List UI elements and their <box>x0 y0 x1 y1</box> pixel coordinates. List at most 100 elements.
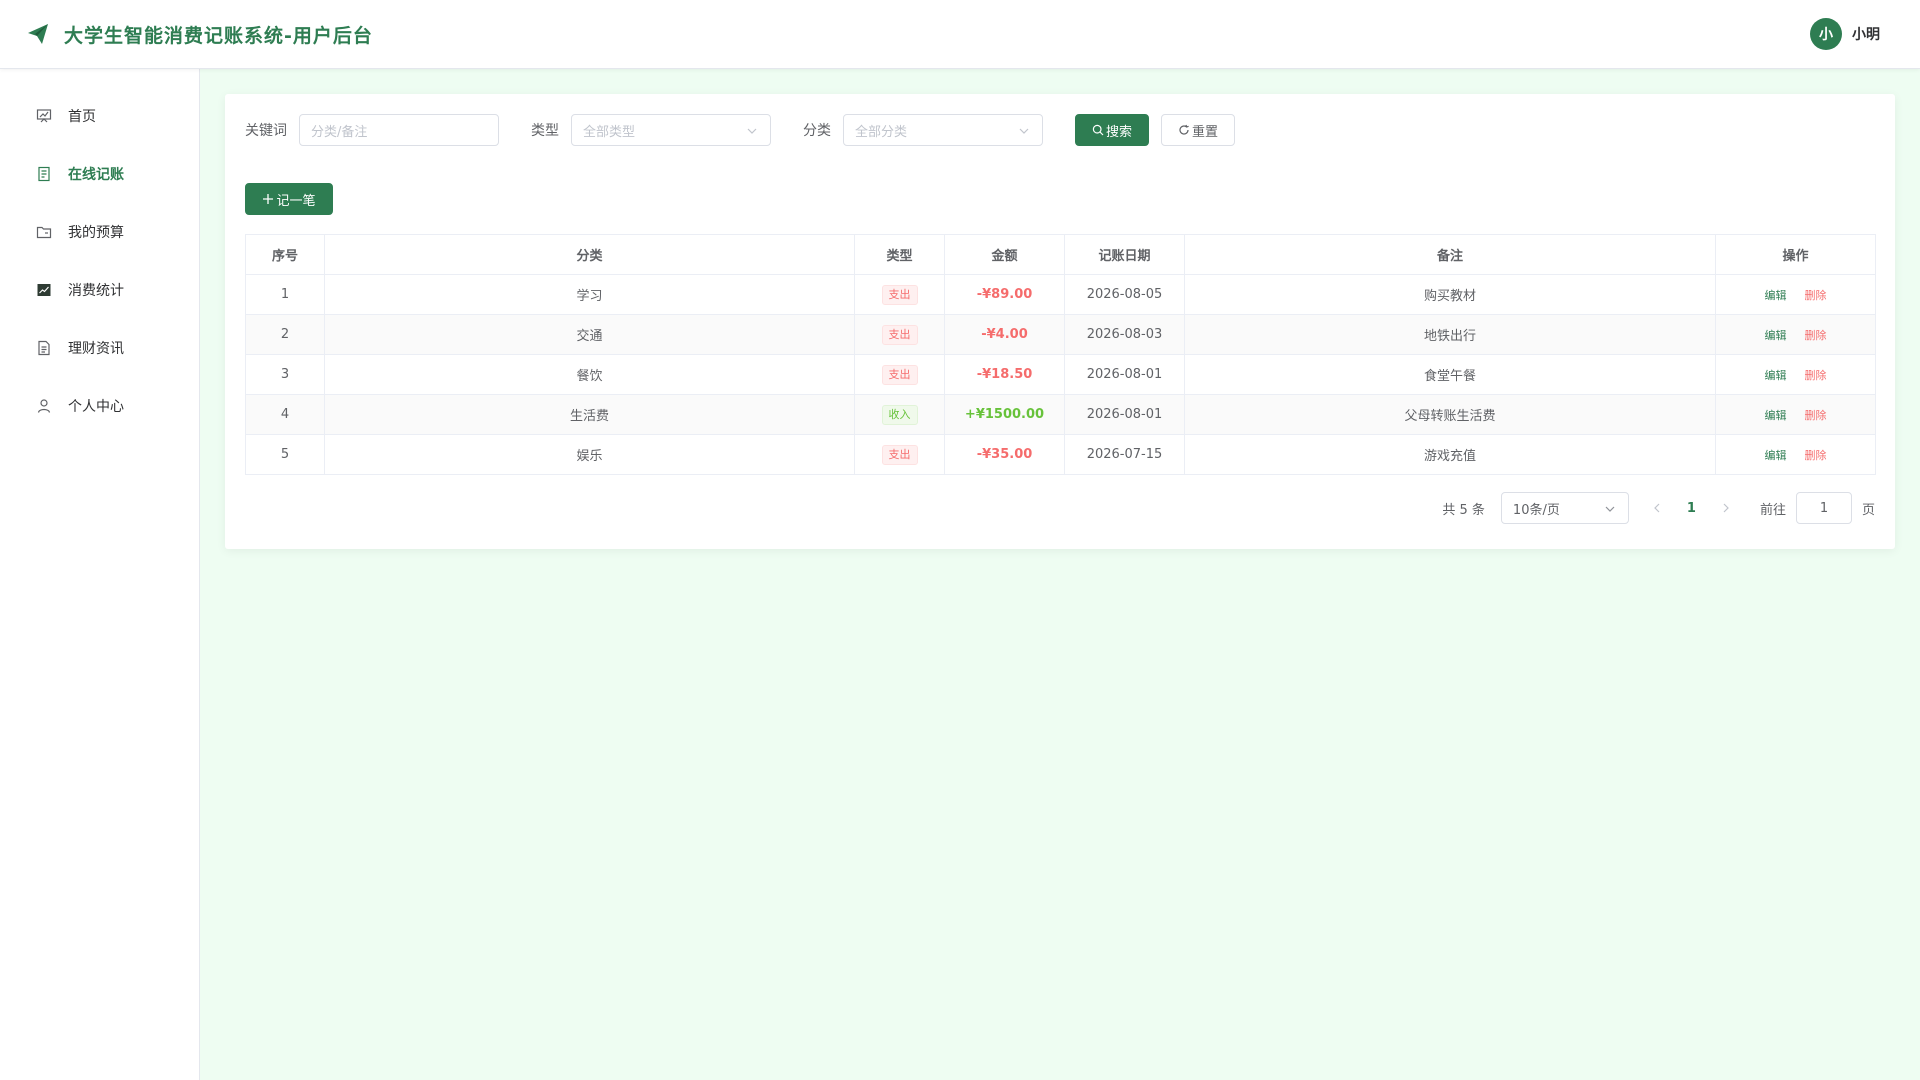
category-label: 分类 <box>803 123 831 139</box>
chevron-down-icon <box>747 128 757 134</box>
paper-plane-icon <box>28 24 48 44</box>
keyword-placeholder: 分类/备注 <box>311 124 368 140</box>
table-row: 4 生活费 收入 +¥1500.00 2026-08-01 父母转账生活费 编辑… <box>245 394 1876 435</box>
delete-link[interactable]: 删除 <box>1805 329 1827 342</box>
table-row: 1 学习 支出 -¥89.00 2026-08-05 购买教材 编辑 删除 <box>245 274 1876 315</box>
column-header: 序号 <box>245 234 325 275</box>
sidebar-item-profile[interactable]: 个人中心 <box>0 377 199 435</box>
username[interactable]: 小明 <box>1852 24 1880 44</box>
cell-category: 交通 <box>324 314 855 355</box>
page-size-value: 10条/页 <box>1512 502 1560 518</box>
type-label: 类型 <box>531 123 559 139</box>
edit-link[interactable]: 编辑 <box>1765 289 1787 302</box>
edit-link[interactable]: 编辑 <box>1765 409 1787 422</box>
cell-amount: -¥89.00 <box>944 274 1065 315</box>
avatar[interactable]: 小 <box>1810 18 1842 50</box>
cell-amount: +¥1500.00 <box>944 394 1065 435</box>
goto-label: 前往 <box>1759 502 1786 518</box>
keyword-input[interactable]: 分类/备注 <box>299 114 499 146</box>
app-title: 大学生智能消费记账系统-用户后台 <box>64 24 373 47</box>
column-header: 金额 <box>944 234 1065 275</box>
add-record-button[interactable]: 记一笔 <box>245 183 333 215</box>
sidebar-item-label: 首页 <box>68 109 96 125</box>
cell-amount: -¥4.00 <box>944 314 1065 355</box>
cell-note: 游戏充值 <box>1184 434 1716 475</box>
goto-page-input[interactable]: 1 <box>1795 492 1852 524</box>
cell-index: 1 <box>245 274 325 315</box>
chevron-down-icon <box>1019 128 1029 134</box>
records-table: 序号 分类 类型 金额 记账日期 备注 操作 1 学习 支出 -¥89.00 2… <box>245 234 1876 475</box>
delete-link[interactable]: 删除 <box>1805 369 1827 382</box>
sidebar-item-label: 在线记账 <box>68 167 124 183</box>
next-page-icon[interactable] <box>1720 502 1732 514</box>
edit-link[interactable]: 编辑 <box>1765 329 1787 342</box>
cell-index: 5 <box>245 434 325 475</box>
type-select[interactable]: 全部类型 <box>571 114 771 146</box>
cell-date: 2026-07-15 <box>1064 434 1185 475</box>
type-placeholder: 全部类型 <box>583 124 636 140</box>
cell-date: 2026-08-05 <box>1064 274 1185 315</box>
page-suffix: 页 <box>1861 502 1875 518</box>
cell-note: 购买教材 <box>1184 274 1716 315</box>
type-tag: 支出 <box>881 364 918 385</box>
cell-note: 父母转账生活费 <box>1184 394 1716 435</box>
sidebar-item-statistics[interactable]: 消费统计 <box>0 261 199 319</box>
cell-index: 3 <box>245 354 325 395</box>
column-header: 备注 <box>1184 234 1716 275</box>
chart-icon <box>37 284 51 296</box>
table-header-row: 序号 分类 类型 金额 记账日期 备注 操作 <box>245 234 1876 275</box>
refresh-icon <box>1179 124 1189 135</box>
add-record-label: 记一笔 <box>276 193 316 209</box>
total-count: 共 5 条 <box>1442 502 1485 518</box>
cell-category: 生活费 <box>324 394 855 435</box>
user-icon <box>37 399 51 413</box>
cell-category: 学习 <box>324 274 855 315</box>
column-header: 操作 <box>1715 234 1876 275</box>
type-tag: 收入 <box>881 404 918 425</box>
cell-date: 2026-08-01 <box>1064 394 1185 435</box>
user-menu[interactable]: 小 小明 <box>1810 18 1880 50</box>
edit-link[interactable]: 编辑 <box>1765 369 1787 382</box>
dashboard-icon <box>36 109 52 123</box>
filter-bar: 关键词 分类/备注 类型 全部类型 分类 全部分类 搜索 重置 <box>245 114 1875 146</box>
column-header: 记账日期 <box>1064 234 1185 275</box>
main-content: 关键词 分类/备注 类型 全部类型 分类 全部分类 搜索 重置 记一笔 序号 分… <box>200 69 1920 1080</box>
sidebar: 首页 在线记账 我的预算 消费统计 理财资讯 个人中心 <box>0 69 200 1080</box>
reset-label: 重置 <box>1191 124 1218 140</box>
pagination: 共 5 条 10条/页 1 前往 1 页 <box>1442 492 1875 524</box>
sidebar-item-label: 理财资讯 <box>68 341 124 357</box>
column-header: 分类 <box>324 234 855 275</box>
table-row: 5 娱乐 支出 -¥35.00 2026-07-15 游戏充值 编辑 删除 <box>245 434 1876 475</box>
delete-link[interactable]: 删除 <box>1805 409 1827 422</box>
table-row: 2 交通 支出 -¥4.00 2026-08-03 地铁出行 编辑 删除 <box>245 314 1876 355</box>
brand: 大学生智能消费记账系统-用户后台 <box>26 21 373 48</box>
delete-link[interactable]: 删除 <box>1805 449 1827 462</box>
top-header: 大学生智能消费记账系统-用户后台 小 小明 <box>0 0 1920 69</box>
category-select[interactable]: 全部分类 <box>843 114 1043 146</box>
cell-date: 2026-08-01 <box>1064 354 1185 395</box>
folder-icon <box>36 226 52 239</box>
sidebar-item-budget[interactable]: 我的预算 <box>0 203 199 261</box>
edit-link[interactable]: 编辑 <box>1765 449 1787 462</box>
sidebar-item-home[interactable]: 首页 <box>0 87 199 145</box>
cell-index: 4 <box>245 394 325 435</box>
delete-link[interactable]: 删除 <box>1805 289 1827 302</box>
sidebar-item-finance-news[interactable]: 理财资讯 <box>0 319 199 377</box>
records-card: 关键词 分类/备注 类型 全部类型 分类 全部分类 搜索 重置 记一笔 序号 分… <box>225 94 1895 549</box>
search-button[interactable]: 搜索 <box>1075 114 1149 146</box>
current-page[interactable]: 1 <box>1687 501 1696 516</box>
prev-page-icon[interactable] <box>1651 502 1663 514</box>
document-icon <box>38 166 50 182</box>
cell-note: 食堂午餐 <box>1184 354 1716 395</box>
keyword-label: 关键词 <box>245 123 287 139</box>
sidebar-item-label: 我的预算 <box>68 225 124 241</box>
category-placeholder: 全部分类 <box>855 124 908 140</box>
page-size-select[interactable]: 10条/页 <box>1500 492 1629 524</box>
type-tag: 支出 <box>881 284 918 305</box>
reset-button[interactable]: 重置 <box>1161 114 1235 146</box>
sidebar-item-label: 个人中心 <box>68 399 124 415</box>
type-tag: 支出 <box>881 444 918 465</box>
sidebar-item-online-bookkeeping[interactable]: 在线记账 <box>0 145 199 203</box>
sidebar-item-label: 消费统计 <box>68 283 124 299</box>
cell-amount: -¥35.00 <box>944 434 1065 475</box>
